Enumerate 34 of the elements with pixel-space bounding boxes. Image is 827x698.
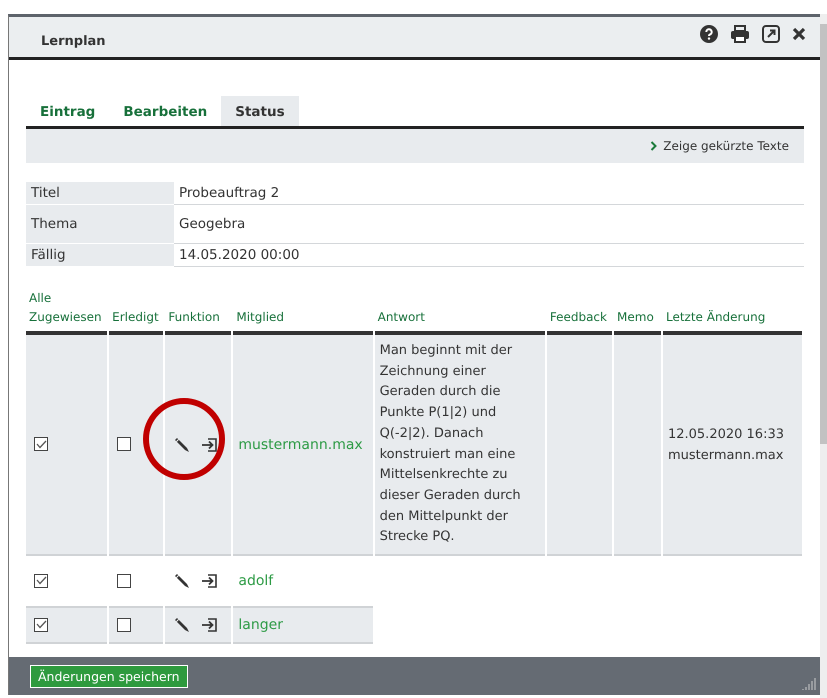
field-value: 14.05.2020 00:00: [174, 244, 804, 266]
help-icon[interactable]: [700, 25, 718, 43]
tab[interactable]: Status: [221, 96, 299, 126]
field-value: Geogebra: [174, 204, 804, 244]
scrollbar[interactable]: [820, 14, 827, 698]
member-link[interactable]: adolf: [238, 573, 274, 590]
checkbox[interactable]: [117, 574, 132, 588]
tab[interactable]: Bearbeiten: [109, 96, 222, 126]
save-button[interactable]: Änderungen speichern: [30, 664, 188, 688]
window-title: Lernplan: [41, 34, 106, 49]
checkbox[interactable]: [117, 618, 132, 632]
pencil-icon[interactable]: [173, 436, 192, 454]
pencil-icon[interactable]: [173, 572, 192, 590]
close-icon[interactable]: [792, 27, 806, 41]
checkbox[interactable]: [34, 618, 48, 632]
checkbox[interactable]: [117, 437, 132, 452]
table-cell: 12.05.2020 16:33 mustermann.max: [662, 335, 802, 556]
sign-in-icon[interactable]: [201, 616, 220, 634]
checkbox[interactable]: [34, 574, 48, 588]
pencil-icon[interactable]: [173, 616, 192, 634]
print-icon[interactable]: [730, 25, 750, 43]
tab[interactable]: Eintrag: [26, 96, 110, 126]
field-label: Fällig: [26, 244, 174, 266]
sign-in-icon[interactable]: [201, 572, 220, 590]
field-value: Probeauftrag 2: [174, 182, 804, 204]
chevron-icon: [650, 141, 658, 151]
field-label: Titel: [26, 182, 174, 204]
popout-icon[interactable]: [762, 25, 780, 43]
resize-grip-icon[interactable]: [802, 677, 816, 691]
table-cell: Man beginnt mit der Zeichnung einer Geraden durch die Punkte P(1|2) und Q(-2|2). Danach konstruiert man eine Mittelsenkrechte zu dieser Geraden durch den Mittelpunkt der Strecke PQ.: [374, 335, 545, 556]
sign-in-icon[interactable]: [201, 436, 220, 454]
toggle-link[interactable]: Zeige gekürzte Texte: [650, 139, 789, 153]
field-label: Thema: [26, 204, 174, 244]
checkbox[interactable]: [34, 437, 48, 452]
